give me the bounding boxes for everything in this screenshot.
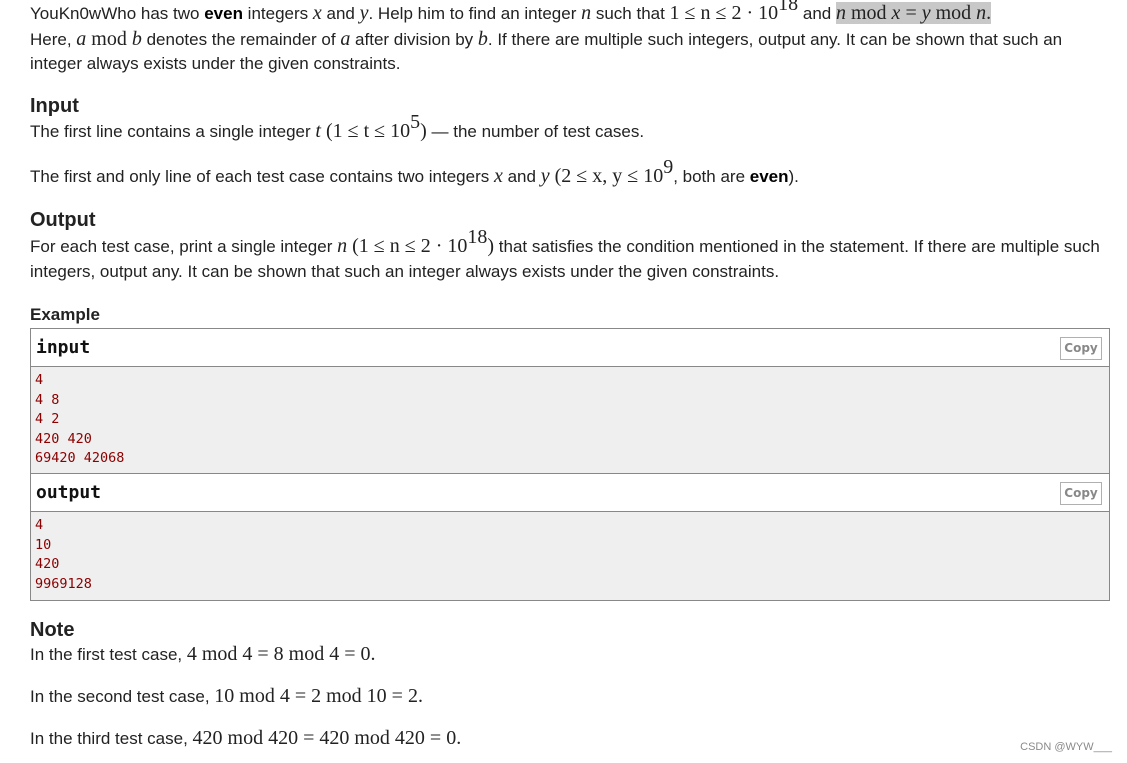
example-output-header: output Copy: [31, 474, 1109, 512]
text: and: [321, 4, 360, 23]
math-highlight: n: [835, 2, 846, 24]
input-line: 4: [35, 372, 44, 388]
math-exponent: 18: [778, 0, 799, 16]
math-highlight: .: [986, 2, 992, 24]
copy-input-button[interactable]: Copy: [1060, 337, 1102, 360]
math-exponent: 9: [663, 156, 674, 179]
copy-output-button[interactable]: Copy: [1060, 482, 1102, 505]
output-section-title: Output: [30, 209, 96, 231]
example-output-box: output Copy 4 10 420 9969128: [30, 473, 1110, 602]
math-var: n: [581, 2, 592, 24]
math-highlight: mod: [845, 2, 892, 24]
text: . Help him to find an integer: [368, 4, 582, 23]
math-exponent: 5: [410, 111, 421, 134]
output-line: 9969128: [35, 575, 92, 592]
math-range: (1 ≤ n ≤ 2 · 10: [347, 235, 468, 257]
input-section-title: Input: [30, 95, 79, 117]
math-var: b: [477, 27, 488, 50]
watermark: CSDN @WYW___: [1020, 741, 1112, 753]
text: , both are: [673, 167, 750, 186]
math-var: n: [337, 235, 348, 257]
math-highlight: mod: [930, 2, 977, 24]
text: after division by: [350, 29, 478, 49]
output-line: 4: [35, 517, 44, 533]
note-title: Note: [30, 619, 75, 641]
text: ).: [788, 167, 799, 186]
bold-even: even: [749, 167, 789, 186]
text: For each test case, print a single integ…: [30, 237, 338, 256]
math-range: 1 ≤ n ≤ 2 · 10: [669, 2, 779, 24]
example-output-label: output: [36, 482, 102, 503]
input-line-1: The first line contains a single integer…: [30, 112, 1110, 145]
math-op: ): [420, 120, 427, 142]
example-title: Example: [30, 305, 100, 324]
math-highlight: y: [921, 2, 931, 24]
math-var: x: [312, 2, 322, 24]
math-exponent: 18: [467, 226, 488, 249]
input-line: 4 8: [35, 391, 60, 408]
note-line: In the third test case, 420 mod 420 = 42…: [30, 726, 461, 752]
text: YouKn0wWho has two: [30, 4, 205, 23]
text: and: [798, 4, 836, 23]
bold-even: even: [204, 4, 243, 23]
math-var: a: [76, 27, 87, 50]
note-line: In the first test case, 4 mod 4 = 8 mod …: [30, 642, 376, 668]
statement-paragraph: YouKn0wWho has two even integers x and y…: [30, 0, 1110, 77]
math-var: y: [540, 165, 550, 187]
output-text: For each test case, print a single integ…: [30, 227, 1110, 284]
output-line: 420: [35, 556, 60, 573]
note-line: In the second test case, 10 mod 4 = 2 mo…: [30, 684, 423, 710]
text: In the third test case,: [30, 729, 193, 748]
text: In the second test case,: [30, 687, 215, 706]
math-range: (2 ≤ x, y ≤ 10: [549, 165, 664, 187]
input-line-2: The first and only line of each test cas…: [30, 157, 1110, 190]
text: The first and only line of each test cas…: [30, 167, 494, 186]
math-var: x: [493, 165, 503, 187]
text: integers: [242, 4, 313, 23]
math-var: a: [340, 27, 351, 50]
input-line: 69420 42068: [35, 450, 125, 467]
text: such that: [591, 4, 670, 23]
example-output-content[interactable]: 4 10 420 9969128: [31, 512, 1109, 601]
output-line: 10: [35, 536, 52, 553]
math-expression: 4 mod 4 = 8 mod 4 = 0.: [186, 643, 376, 665]
text: Here,: [30, 29, 77, 49]
math-var: b: [131, 27, 142, 50]
math-range: (1 ≤ t ≤ 10: [320, 120, 411, 142]
text: In the first test case,: [30, 645, 187, 664]
text: denotes the remainder of: [141, 29, 341, 49]
example-input-label: input: [36, 337, 91, 358]
math-highlight: =: [900, 2, 922, 24]
text: — the number of test cases.: [426, 122, 645, 141]
math-highlight: n: [976, 2, 987, 24]
example-input-content[interactable]: 4 4 8 4 2 420 420 69420 42068: [31, 367, 1109, 475]
math-op: mod: [86, 27, 132, 50]
input-line: 420 420: [35, 430, 92, 447]
math-expression: 420 mod 420 = 420 mod 420 = 0.: [192, 727, 462, 749]
text: The first line contains a single integer: [30, 122, 316, 141]
example-input-box: input Copy 4 4 8 4 2 420 420 69420 42068: [30, 328, 1110, 476]
example-input-header: input Copy: [31, 329, 1109, 367]
text: and: [502, 167, 541, 186]
math-expression: 10 mod 4 = 2 mod 10 = 2.: [214, 685, 423, 707]
input-line: 4 2: [35, 411, 60, 428]
